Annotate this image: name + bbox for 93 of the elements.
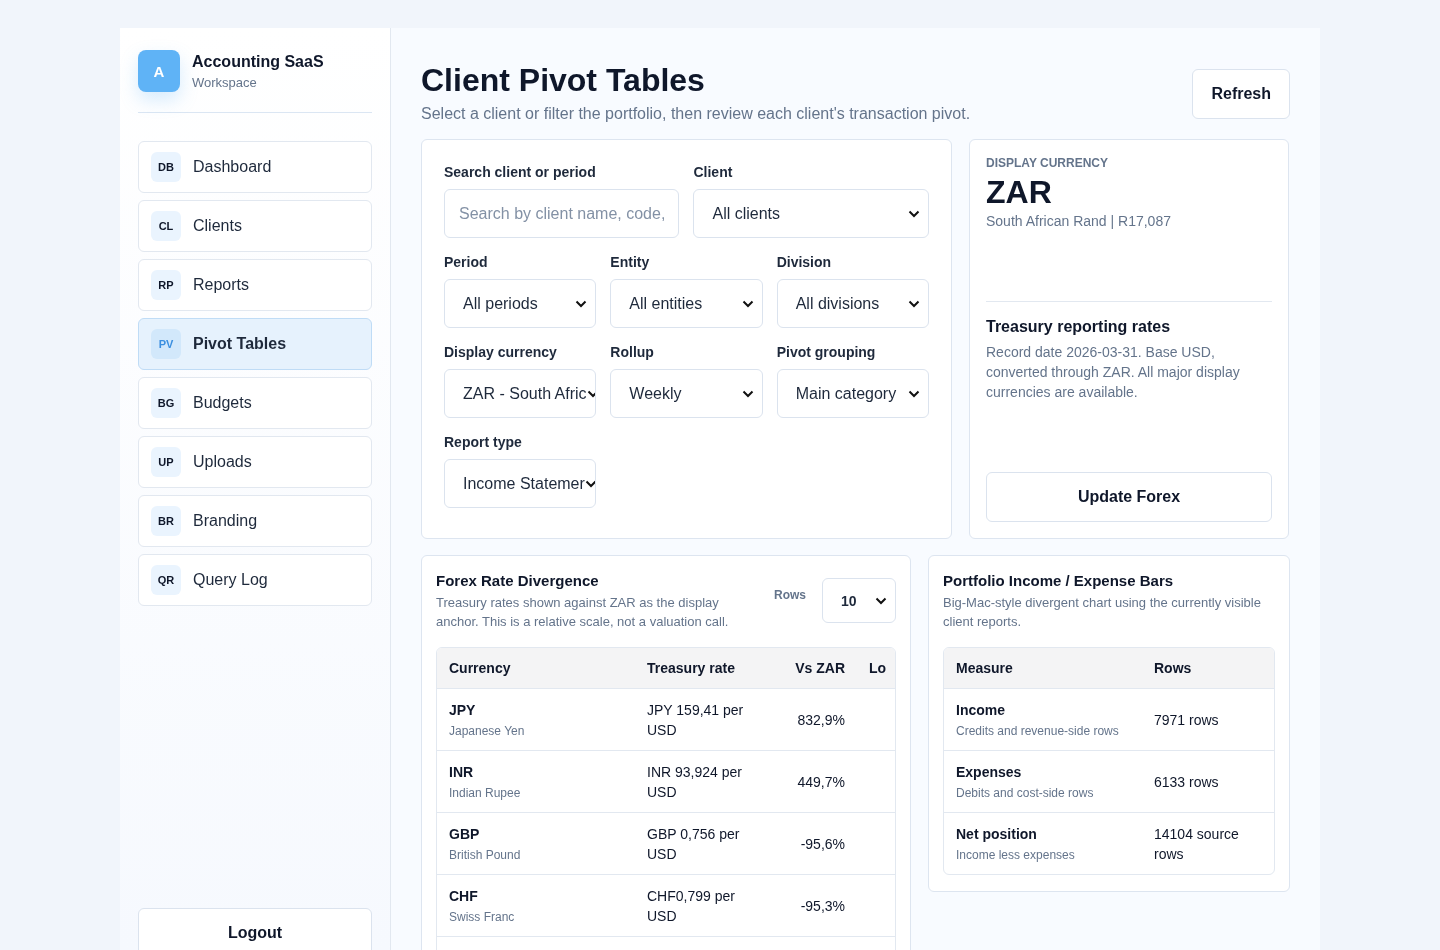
currency-name: Indian Rupee	[449, 785, 522, 800]
currency-code: GBP	[449, 825, 481, 842]
card-description: Big-Mac-style divergent chart using the currently visible client reports.	[943, 594, 1262, 631]
chevron-down-icon	[741, 389, 754, 398]
nav-item[interactable]: BR Branding	[138, 495, 372, 547]
select-field[interactable]: ZAR - South Afric	[444, 369, 597, 418]
card-eyebrow: DISPLAY CURRENCY	[986, 156, 1110, 170]
table-cell-text: -95,3%	[799, 896, 846, 916]
nav-code-badge: PV	[151, 329, 181, 359]
column-header: Treasury rate	[646, 660, 736, 676]
field-label: Client	[693, 164, 734, 180]
select-field[interactable]: Income Statemer	[444, 459, 597, 508]
table-cell-text: 449,7%	[796, 772, 846, 792]
select-field[interactable]: All entities	[610, 279, 763, 328]
column-header: Lo	[868, 660, 888, 676]
table-cell-text: 832,9%	[796, 710, 846, 730]
currency-detail: South African Rand | R17,087	[986, 212, 1172, 231]
nav-code-badge: BG	[151, 388, 181, 418]
nav-item[interactable]: BG Budgets	[138, 377, 372, 429]
field-label: Rollup	[610, 344, 655, 360]
brand-logo: A	[138, 50, 180, 92]
field-label: Period	[444, 254, 489, 270]
measure-note: Credits and revenue-side rows	[956, 723, 1120, 738]
table-cell-text: 14104 source rows	[1153, 824, 1240, 864]
chevron-down-icon	[584, 479, 596, 488]
nav-code-badge: QR	[151, 565, 181, 595]
page-subtitle: Select a client or filter the portfolio, then review each client's transaction pivot.	[421, 105, 971, 123]
field-label: Pivot grouping	[776, 344, 877, 360]
nav-item[interactable]: PV Pivot Tables	[138, 318, 372, 370]
column-header: Measure	[955, 660, 1014, 676]
table-cell-text: -95,6%	[799, 834, 846, 854]
chevron-down-icon	[586, 389, 596, 398]
column-header: Rows	[1153, 660, 1193, 676]
nav-item[interactable]: RP Reports	[138, 259, 372, 311]
refresh-button[interactable]: Refresh	[1192, 69, 1290, 119]
table-cell-text: GBP 0,756 per USD	[646, 824, 741, 864]
rows-select[interactable]: 10	[822, 578, 896, 623]
currency-code: CHF	[449, 887, 479, 904]
currency-name: Swiss Franc	[449, 909, 516, 924]
currency-code: ZAR	[986, 174, 1053, 211]
brand-subtitle: Workspace	[192, 74, 258, 90]
update-forex-button[interactable]: Update Forex	[986, 472, 1272, 522]
rates-title: Treasury reporting rates	[986, 318, 1172, 336]
chevron-down-icon	[875, 596, 887, 605]
table-cell-text: CHF0,799 per USD	[646, 886, 736, 926]
chevron-down-icon	[575, 299, 588, 308]
card-description: Treasury rates shown against ZAR as the display anchor. This is a relative scale, not a valuation call.	[436, 594, 730, 631]
nav-code-badge: RP	[151, 270, 181, 300]
nav-code-badge: CL	[151, 211, 181, 241]
measure-note: Income less expenses	[956, 847, 1076, 862]
nav-item[interactable]: UP Uploads	[138, 436, 372, 488]
chevron-down-icon	[908, 299, 920, 308]
brand-name: Accounting SaaS	[192, 52, 324, 71]
measure-name: Income	[956, 701, 1006, 718]
select-field[interactable]: All divisions	[776, 279, 929, 328]
card-title: Portfolio Income / Expense Bars	[943, 572, 1175, 589]
column-header: Vs ZAR	[794, 660, 846, 676]
table-cell-text: INR 93,924 per USD	[646, 762, 743, 802]
field-label: Division	[776, 254, 833, 270]
search-field[interactable]: Search by client name, code,	[444, 189, 680, 238]
nav-item[interactable]: QR Query Log	[138, 554, 372, 606]
nav-item[interactable]: CL Clients	[138, 200, 372, 252]
field-label: Search client or period	[444, 164, 597, 180]
currency-name: British Pound	[449, 847, 522, 862]
select-field[interactable]: All clients	[693, 189, 929, 238]
chevron-down-icon	[908, 389, 920, 398]
field-label: Display currency	[444, 344, 558, 360]
card-title: Forex Rate Divergence	[436, 572, 600, 589]
logout-button[interactable]: Logout	[138, 908, 372, 950]
nav-code-badge: DB	[151, 152, 181, 182]
column-header: Currency	[448, 660, 512, 676]
nav-code-badge: UP	[151, 447, 181, 477]
chevron-down-icon	[741, 299, 754, 308]
measure-note: Debits and cost-side rows	[956, 785, 1095, 800]
select-field[interactable]: Main category	[776, 369, 929, 418]
currency-name: Japanese Yen	[449, 723, 526, 738]
currency-code: JPY	[449, 701, 477, 718]
field-label: Entity	[610, 254, 651, 270]
table-cell-text: 6133 rows	[1153, 772, 1220, 792]
nav-code-badge: BR	[151, 506, 181, 536]
measure-name: Expenses	[956, 763, 1023, 780]
page-title: Client Pivot Tables	[421, 62, 706, 99]
currency-code: INR	[449, 763, 475, 780]
select-field[interactable]: Weekly	[610, 369, 763, 418]
table-cell-text: 7971 rows	[1153, 710, 1220, 730]
rows-label: Rows	[774, 588, 806, 602]
select-field[interactable]: All periods	[444, 279, 597, 328]
nav-item[interactable]: DB Dashboard	[138, 141, 372, 193]
rates-text: Record date 2026-03-31. Base USD, converted through ZAR. All major display currencies are available.	[986, 343, 1241, 402]
table-cell-text: JPY 159,41 per USD	[646, 700, 745, 740]
chevron-down-icon	[908, 209, 920, 218]
field-label: Report type	[444, 434, 523, 450]
measure-name: Net position	[956, 825, 1038, 842]
